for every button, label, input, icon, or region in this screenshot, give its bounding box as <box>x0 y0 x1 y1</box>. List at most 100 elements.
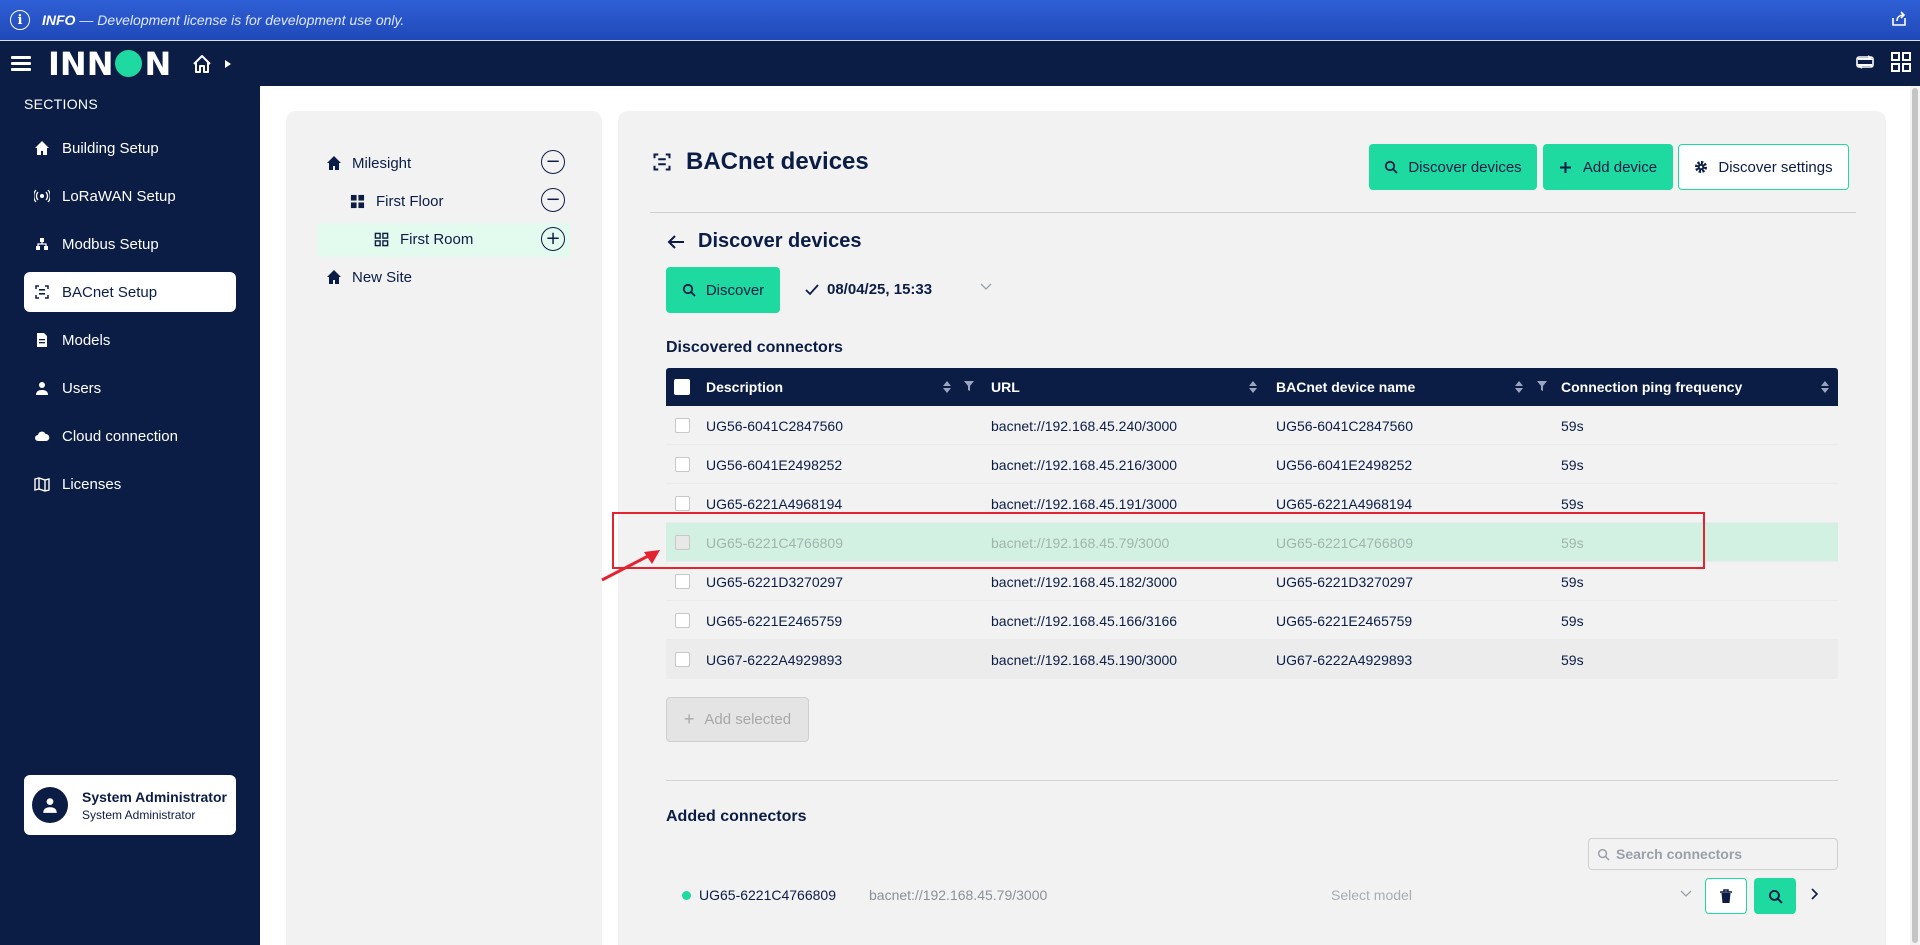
row-checkbox[interactable] <box>675 418 690 433</box>
cell-device-name: UG56-6041C2847560 <box>1276 418 1413 434</box>
sort-icon[interactable] <box>942 380 952 394</box>
cell-device-name: UG65-6221E2465759 <box>1276 613 1413 629</box>
add-device-button[interactable]: Add device <box>1543 144 1673 190</box>
home-icon[interactable] <box>191 53 213 75</box>
cell-url: bacnet://192.168.45.182/3000 <box>991 574 1178 590</box>
column-header-url[interactable]: URL <box>991 379 1020 395</box>
add-child-button[interactable]: + <box>541 227 565 251</box>
search-connectors-input[interactable] <box>1616 846 1826 862</box>
sort-icon[interactable] <box>1248 380 1258 394</box>
user-role: System Administrator <box>82 807 196 822</box>
discover-button[interactable]: Discover <box>666 267 780 313</box>
sort-icon[interactable] <box>1820 380 1830 394</box>
info-icon: i <box>10 10 30 30</box>
discover-devices-button[interactable]: Discover devices <box>1369 144 1537 190</box>
tree-node-first-floor[interactable]: First Floor <box>350 185 444 217</box>
bacnet-icon <box>34 284 50 300</box>
cell-url: bacnet://192.168.45.166/3166 <box>991 613 1178 629</box>
chevron-down-icon[interactable] <box>1680 890 1692 898</box>
section-divider <box>666 780 1838 781</box>
cell-description: UG56-6041C2847560 <box>706 418 843 434</box>
column-header-device-name[interactable]: BACnet device name <box>1276 379 1415 395</box>
model-select[interactable]: Select model <box>1331 887 1412 903</box>
sidebar-item-lorawan-setup[interactable]: LoRaWAN Setup <box>24 176 236 216</box>
search-icon <box>682 283 696 297</box>
cell-url: bacnet://192.168.45.216/3000 <box>991 457 1178 473</box>
gear-icon <box>1694 160 1708 174</box>
user-profile-card[interactable]: System Administrator System Administrato… <box>24 775 236 835</box>
cell-url: bacnet://192.168.45.191/3000 <box>991 496 1178 512</box>
collapse-button[interactable]: − <box>541 150 565 174</box>
table-row[interactable]: UG67-6222A4929893 bacnet://192.168.45.19… <box>666 640 1838 679</box>
tree-node-label: First Floor <box>376 192 444 210</box>
row-checkbox[interactable] <box>675 613 690 628</box>
home-icon <box>326 269 342 285</box>
network-icon <box>34 236 50 252</box>
table-row[interactable]: UG56-6041C2847560 bacnet://192.168.45.24… <box>666 406 1838 445</box>
cell-device-name: UG67-6222A4929893 <box>1276 652 1413 668</box>
search-icon <box>1384 160 1398 174</box>
cell-ping: 59s <box>1561 574 1584 590</box>
cloud-icon <box>34 428 50 444</box>
back-arrow-icon[interactable] <box>666 232 686 252</box>
select-all-checkbox[interactable] <box>674 379 690 395</box>
column-header-description[interactable]: Description <box>706 379 783 395</box>
swap-icon[interactable] <box>1854 51 1876 73</box>
tree-node-new-site[interactable]: New Site <box>326 261 412 293</box>
chevron-right-icon[interactable] <box>1810 887 1820 901</box>
table-row[interactable]: UG56-6041E2498252 bacnet://192.168.45.21… <box>666 445 1838 484</box>
cell-device-name: UG65-6221D3270297 <box>1276 574 1413 590</box>
cell-device-name: UG65-6221A4968194 <box>1276 496 1413 512</box>
tree-node-label: First Room <box>400 230 474 248</box>
sections-heading: SECTIONS <box>24 96 98 112</box>
annotation-highlight-box <box>612 512 1705 569</box>
menu-icon[interactable] <box>11 53 31 74</box>
cell-description: UG65-6221A4968194 <box>706 496 843 512</box>
user-icon <box>34 380 50 396</box>
row-checkbox[interactable] <box>675 496 690 511</box>
breadcrumb-caret-icon[interactable] <box>225 59 232 68</box>
tree-node-first-room[interactable]: First Room <box>374 223 473 255</box>
discover-settings-button[interactable]: Discover settings <box>1678 144 1849 190</box>
grid-icon[interactable] <box>1890 51 1912 73</box>
inspect-connector-button[interactable] <box>1754 878 1796 914</box>
added-connector-row[interactable]: UG65-6221C4766809 <box>682 887 836 903</box>
delete-connector-button[interactable] <box>1705 878 1747 914</box>
filter-icon[interactable] <box>963 380 975 392</box>
room-icon <box>374 231 390 247</box>
discovery-run-select[interactable]: 08/04/25, 15:33 <box>805 281 992 298</box>
column-header-ping-frequency[interactable]: Connection ping frequency <box>1561 379 1742 395</box>
sidebar-item-cloud-connection[interactable]: Cloud connection <box>24 416 236 456</box>
document-icon <box>34 332 50 348</box>
tree-node-milesight[interactable]: Milesight <box>326 147 411 179</box>
sidebar-item-label: Cloud connection <box>62 427 178 445</box>
status-online-icon <box>682 890 691 900</box>
sidebar-item-licenses[interactable]: Licenses <box>24 464 236 504</box>
row-checkbox[interactable] <box>675 457 690 472</box>
add-selected-button[interactable]: + Add selected <box>666 697 809 742</box>
export-icon[interactable] <box>1890 10 1908 28</box>
sidebar-item-bacnet-setup[interactable]: BACnet Setup <box>24 272 236 312</box>
collapse-button[interactable]: − <box>541 188 565 212</box>
search-icon <box>1597 848 1610 861</box>
floor-icon <box>350 193 366 209</box>
sidebar-item-building-setup[interactable]: Building Setup <box>24 128 236 168</box>
sidebar-item-label: LoRaWAN Setup <box>62 187 176 205</box>
table-row[interactable]: UG65-6221E2465759 bacnet://192.168.45.16… <box>666 601 1838 640</box>
row-checkbox[interactable] <box>675 652 690 667</box>
filter-icon[interactable] <box>1536 380 1548 392</box>
sidebar-item-users[interactable]: Users <box>24 368 236 408</box>
cell-ping: 59s <box>1561 418 1584 434</box>
sort-icon[interactable] <box>1514 380 1524 394</box>
sidebar-item-modbus-setup[interactable]: Modbus Setup <box>24 224 236 264</box>
search-connectors-field[interactable] <box>1588 838 1838 870</box>
cell-description: UG65-6221D3270297 <box>706 574 843 590</box>
sidebar-item-label: Modbus Setup <box>62 235 159 253</box>
sidebar-item-label: Models <box>62 331 111 349</box>
page-scrollbar[interactable] <box>1910 86 1920 945</box>
home-icon <box>34 140 50 156</box>
row-checkbox[interactable] <box>675 574 690 589</box>
discovery-run-date: 08/04/25, 15:33 <box>827 281 933 298</box>
sidebar-item-models[interactable]: Models <box>24 320 236 360</box>
added-connectors-title: Added connectors <box>666 808 807 825</box>
